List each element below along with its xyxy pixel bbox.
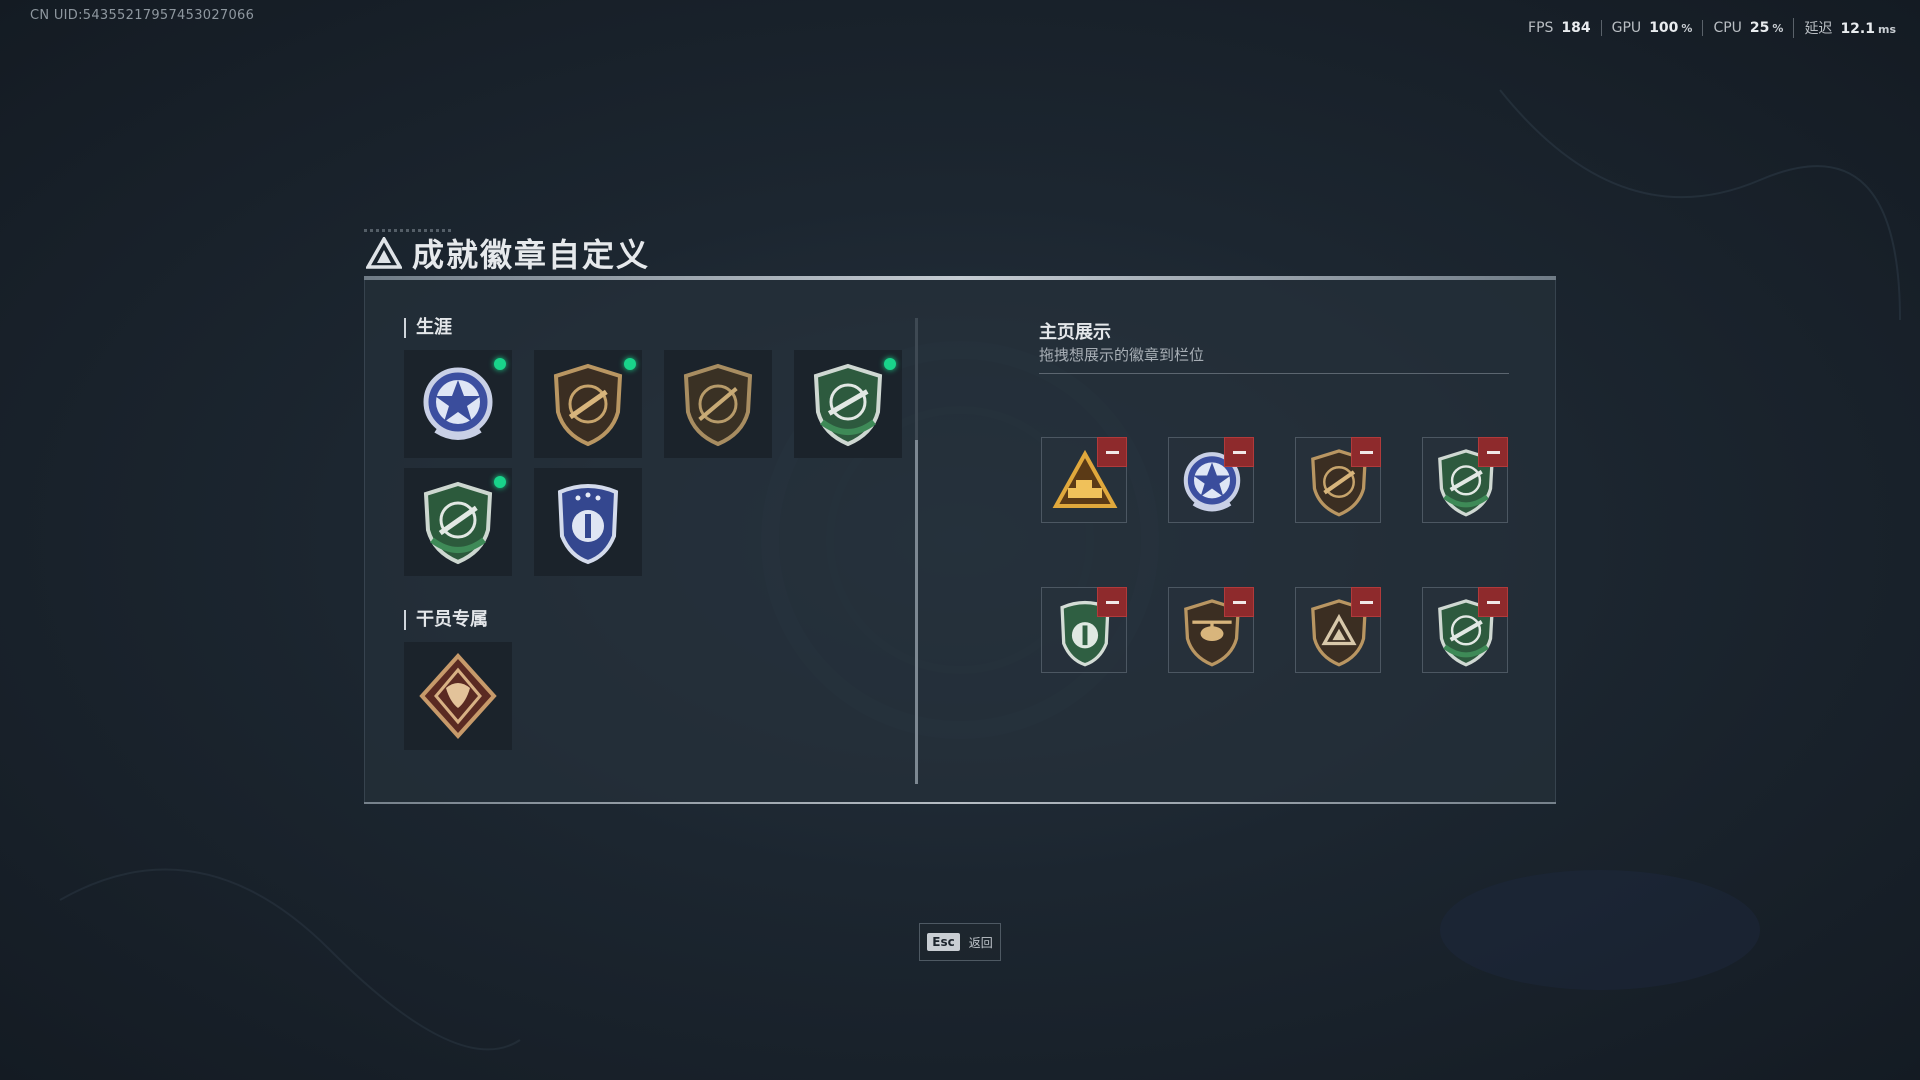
green-rifle-shield-icon — [423, 481, 493, 565]
dragon-diamond-badge-icon — [419, 653, 497, 739]
cpu-label: CPU — [1713, 20, 1742, 36]
new-indicator — [494, 476, 506, 488]
remove-badge-button[interactable] — [1224, 437, 1254, 467]
fps-label: FPS — [1528, 20, 1554, 36]
display-slot-2[interactable] — [1168, 437, 1254, 523]
fps-stat: FPS 184 — [1518, 20, 1601, 36]
badge-slot-operator-1[interactable] — [404, 642, 512, 750]
remove-badge-button[interactable] — [1351, 437, 1381, 467]
performance-overlay: FPS 184 GPU 100 % CPU 25 % 延迟 12.1 ms — [1518, 18, 1906, 38]
badge-slot-career-5[interactable] — [404, 468, 512, 576]
latency-value: 12.1 — [1840, 21, 1875, 37]
display-slot-1[interactable] — [1041, 437, 1127, 523]
remove-badge-button[interactable] — [1224, 587, 1254, 617]
display-title: 主页展示 — [1039, 322, 1111, 343]
page-header: 成就徽章自定义 — [366, 230, 650, 276]
blue-police-shield-icon — [557, 484, 619, 565]
remove-badge-button[interactable] — [1097, 587, 1127, 617]
cpu-stat: CPU 25 % — [1702, 20, 1793, 36]
gpu-value: 100 — [1649, 20, 1679, 36]
cpu-unit: % — [1772, 22, 1784, 35]
display-slot-4[interactable] — [1422, 437, 1508, 523]
new-indicator — [494, 358, 506, 370]
latency-unit: ms — [1877, 23, 1896, 36]
gpu-label: GPU — [1611, 20, 1642, 36]
remove-badge-button[interactable] — [1351, 587, 1381, 617]
blue-star-badge-icon — [423, 367, 493, 440]
back-button[interactable]: Esc 返回 — [919, 923, 1001, 961]
badge-slot-career-1[interactable] — [404, 350, 512, 458]
display-slot-5[interactable] — [1041, 587, 1127, 673]
delta-logo-icon — [366, 237, 402, 269]
gpu-stat: GPU 100 % — [1600, 20, 1703, 36]
gpu-unit: % — [1681, 22, 1693, 35]
bronze-rifle-shield-icon — [553, 363, 623, 447]
badge-slot-career-2[interactable] — [534, 350, 642, 458]
cpu-value: 25 — [1749, 20, 1770, 36]
display-slot-3[interactable] — [1295, 437, 1381, 523]
section-operator-label: 干员专属 — [404, 610, 488, 630]
remove-badge-button[interactable] — [1478, 587, 1508, 617]
page-title: 成就徽章自定义 — [412, 236, 651, 274]
display-slot-6[interactable] — [1168, 587, 1254, 673]
fps-value: 184 — [1561, 20, 1591, 36]
scrollbar-thumb[interactable] — [915, 440, 918, 784]
badge-slot-career-4[interactable] — [794, 350, 902, 458]
badge-slot-career-3[interactable] — [664, 350, 772, 458]
player-uid: CN UID:543552179574530270​66 — [30, 8, 255, 23]
back-label: 返回 — [968, 935, 993, 950]
latency-label: 延迟 — [1804, 21, 1833, 37]
remove-badge-button[interactable] — [1478, 437, 1508, 467]
green-rocket-shield-icon — [813, 363, 883, 447]
display-slot-7[interactable] — [1295, 587, 1381, 673]
display-slot-8[interactable] — [1422, 587, 1508, 673]
latency-stat: 延迟 12.1 ms — [1793, 18, 1906, 38]
remove-badge-button[interactable] — [1097, 437, 1127, 467]
display-subtitle: 拖拽想展示的徽章到栏位 — [1039, 346, 1205, 364]
display-divider — [1039, 373, 1509, 374]
badge-slot-career-6[interactable] — [534, 468, 642, 576]
esc-key-hint: Esc — [927, 933, 960, 951]
new-indicator — [624, 358, 636, 370]
new-indicator — [884, 358, 896, 370]
panel-top-border — [364, 276, 1556, 280]
section-career-label: 生涯 — [404, 318, 452, 338]
bronze-sniper-shield-icon — [683, 363, 753, 447]
panel-bottom-border — [364, 802, 1556, 804]
